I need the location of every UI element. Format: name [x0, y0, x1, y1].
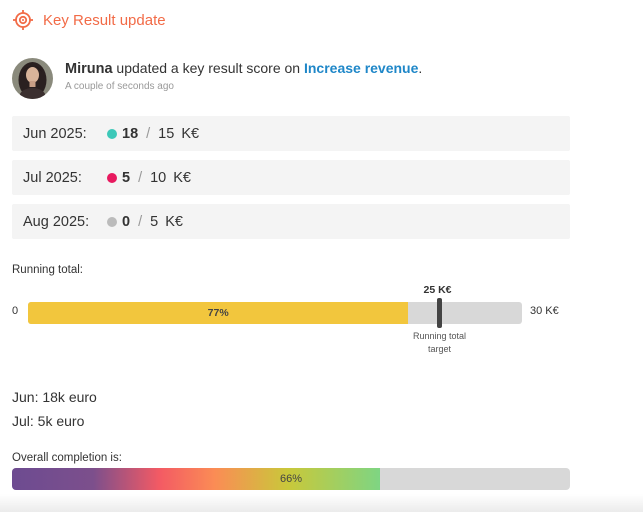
- period-target: 10: [150, 169, 167, 186]
- period-label: Aug 2025:: [23, 213, 90, 230]
- activity-entry: Miruna updated a key result score on Inc…: [12, 58, 422, 99]
- period-label: Jun 2025:: [23, 125, 87, 142]
- target-icon: [13, 10, 33, 30]
- running-total-fill: 77%: [28, 302, 409, 324]
- period-row: Aug 2025: 0 / 5 K€: [12, 204, 570, 239]
- running-total-percent: 77%: [207, 307, 229, 319]
- status-dot: [107, 216, 117, 227]
- status-dot: [107, 128, 117, 139]
- key-result-link[interactable]: Increase revenue: [304, 60, 418, 76]
- target-marker-caption: Running total target: [395, 330, 485, 356]
- running-total-min: 0: [12, 305, 19, 317]
- page-title: Key Result update: [43, 11, 166, 29]
- overall-completion-percent: 66%: [279, 473, 303, 485]
- user-name[interactable]: Miruna: [65, 61, 113, 77]
- period-value: 18: [122, 125, 139, 142]
- period-label: Jul 2025:: [23, 169, 82, 186]
- activity-text: Miruna updated a key result score on Inc…: [65, 60, 422, 77]
- status-dot: [107, 172, 117, 183]
- period-target: 15: [158, 125, 175, 142]
- period-unit: K€: [173, 169, 191, 186]
- running-total-max: 30 K€: [530, 305, 559, 317]
- target-marker-value: 25 K€: [423, 284, 452, 296]
- period-row: Jun 2025: 18 / 15 K€: [12, 116, 570, 151]
- bottom-shadow: [0, 494, 643, 512]
- period-row: Jul 2025: 5 / 10 K€: [12, 160, 570, 195]
- header: Key Result update: [12, 9, 166, 31]
- running-total-label: Running total:: [12, 264, 83, 276]
- overall-completion-label: Overall completion is:: [12, 452, 122, 464]
- period-unit: K€: [181, 125, 200, 142]
- running-total-bar: 77%: [28, 298, 522, 328]
- separator: /: [146, 125, 151, 142]
- period-value: 0: [122, 213, 131, 230]
- note-line: Jun: 18k euro: [12, 389, 97, 405]
- note-line: Jul: 5k euro: [12, 413, 85, 429]
- avatar[interactable]: [12, 58, 53, 99]
- target-caption-line: target: [427, 344, 451, 354]
- period-unit: K€: [165, 213, 183, 230]
- period-target: 5: [150, 213, 159, 230]
- target-caption-line: Running total: [412, 331, 467, 341]
- separator: /: [138, 169, 143, 186]
- activity-action: updated a key result score on: [112, 60, 304, 76]
- period-value: 5: [122, 169, 131, 186]
- target-marker: [437, 298, 442, 328]
- activity-suffix: .: [418, 60, 423, 76]
- timestamp: A couple of seconds ago: [65, 81, 174, 92]
- overall-completion-bar: 66%: [12, 468, 570, 490]
- separator: /: [138, 213, 143, 230]
